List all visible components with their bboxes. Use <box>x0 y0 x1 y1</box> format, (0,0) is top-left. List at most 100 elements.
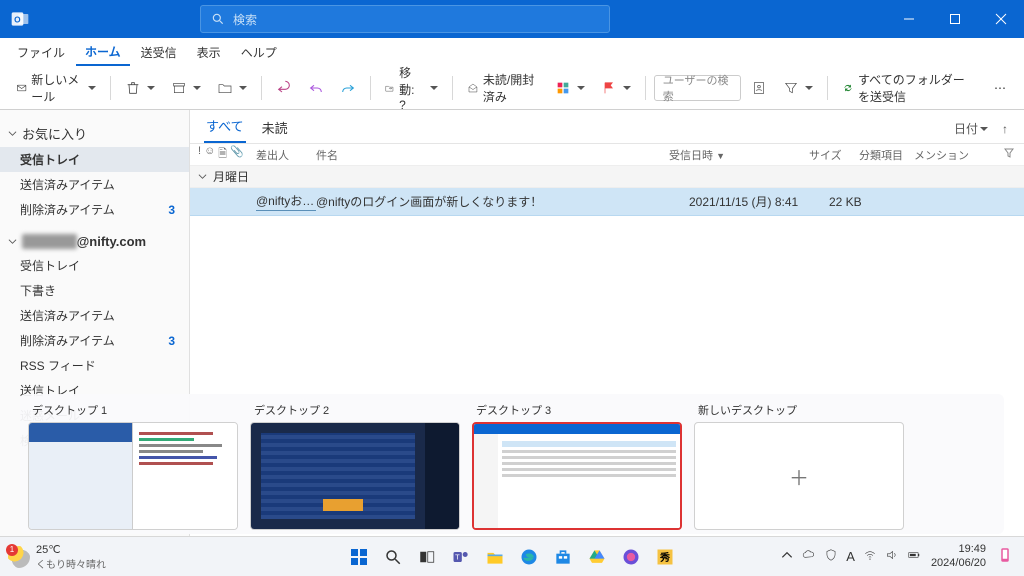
flag-button[interactable] <box>595 73 637 103</box>
column-subject[interactable]: 件名 <box>316 147 669 163</box>
sidebar-item-drafts[interactable]: 下書き <box>0 278 189 303</box>
sidebar-item-sent[interactable]: 送信済みアイテム <box>0 303 189 328</box>
start-button[interactable] <box>346 544 372 570</box>
menu-home[interactable]: ホーム <box>76 39 130 66</box>
desktop-label: デスクトップ 3 <box>472 400 682 422</box>
drive-icon[interactable] <box>584 544 610 570</box>
weather-widget[interactable]: 1 25℃ くもり時々晴れ <box>0 543 114 571</box>
column-size[interactable]: サイズ <box>809 147 859 163</box>
wifi-icon[interactable] <box>863 548 877 565</box>
chevron-down-icon <box>198 170 207 184</box>
clock-date: 2024/06/20 <box>931 557 986 570</box>
svg-text:T: T <box>455 552 460 561</box>
tab-unread[interactable]: 未読 <box>260 112 290 143</box>
menu-file[interactable]: ファイル <box>8 40 74 65</box>
clock[interactable]: 19:49 2024/06/20 <box>931 543 986 569</box>
move-folder-button[interactable] <box>211 73 253 103</box>
hidemaru-icon[interactable]: 秀 <box>652 544 678 570</box>
menu-sendrecv[interactable]: 送受信 <box>132 40 186 65</box>
move-to-button[interactable]: 移動: ? <box>378 73 444 103</box>
column-icons[interactable]: !☺🗎📎 <box>198 145 256 164</box>
ime-indicator[interactable]: A <box>846 549 855 564</box>
maximize-button[interactable] <box>932 0 978 38</box>
column-mention[interactable]: メンション <box>914 147 1004 163</box>
sidebar-item-label: 送信済みアイテム <box>20 307 115 324</box>
chevron-down-icon <box>8 126 18 141</box>
teams-icon[interactable]: T <box>448 544 474 570</box>
weather-description: くもり時々晴れ <box>36 556 106 571</box>
new-mail-button[interactable]: 新しいメール <box>10 73 102 103</box>
flag-icon <box>601 80 617 96</box>
sidebar-item-inbox[interactable]: 受信トレイ <box>0 147 189 172</box>
security-tray-icon[interactable] <box>824 548 838 565</box>
column-date[interactable]: 受信日時 ▼ <box>669 147 809 163</box>
desktop-label: 新しいデスクトップ <box>694 400 904 422</box>
categories-icon <box>555 80 571 96</box>
forward-button[interactable] <box>334 73 362 103</box>
unread-count: 3 <box>168 334 175 348</box>
separator <box>645 76 646 100</box>
desktop-label: デスクトップ 2 <box>250 400 460 422</box>
desktop-2[interactable]: デスクトップ 2 <box>250 400 460 530</box>
archive-icon <box>171 80 187 96</box>
battery-icon[interactable] <box>907 548 921 565</box>
store-icon[interactable] <box>550 544 576 570</box>
windows-taskbar: 1 25℃ くもり時々晴れ T 秀 A 19:49 2024/06/20 <box>0 536 1024 576</box>
search-taskbar-icon[interactable] <box>380 544 406 570</box>
tab-all[interactable]: すべて <box>204 110 246 143</box>
desktop-3[interactable]: デスクトップ 3 <box>472 400 682 530</box>
sidebar-item-deleted[interactable]: 削除済みアイテム3 <box>0 328 189 353</box>
task-view-icon[interactable] <box>414 544 440 570</box>
onedrive-icon[interactable] <box>802 548 816 565</box>
sort-by-date[interactable]: 日付 <box>952 114 990 143</box>
sidebar-item-label: 送信済みアイテム <box>20 176 115 193</box>
filter-icon[interactable] <box>1004 148 1024 161</box>
archive-button[interactable] <box>165 73 207 103</box>
move-icon <box>384 80 395 96</box>
desktop-1[interactable]: デスクトップ 1 <box>28 400 238 530</box>
sidebar-item-sent[interactable]: 送信済みアイテム <box>0 172 189 197</box>
sidebar-item-deleted[interactable]: 削除済みアイテム3 <box>0 197 189 222</box>
close-button[interactable] <box>978 0 1024 38</box>
menu-help[interactable]: ヘルプ <box>232 40 286 65</box>
sendrecv-all-button[interactable]: すべてのフォルダーを送受信 <box>836 73 980 103</box>
address-book-button[interactable] <box>745 73 773 103</box>
account-header[interactable]: xxxxxxx@nifty.com <box>0 230 189 253</box>
read-unread-button[interactable]: 未読/開封済み <box>461 73 545 103</box>
sidebar-item-label: 受信トレイ <box>20 151 80 168</box>
favorites-header[interactable]: お気に入り <box>0 120 189 147</box>
undo-button[interactable] <box>270 73 298 103</box>
copilot-icon[interactable] <box>618 544 644 570</box>
address-book-icon <box>751 80 767 96</box>
message-row[interactable]: @niftyお楽... @niftyのログイン画面が新しくなります！ 2021/… <box>190 188 1024 216</box>
tray-chevron-icon[interactable] <box>780 548 794 565</box>
menu-view[interactable]: 表示 <box>188 40 230 65</box>
sidebar-item-rss[interactable]: RSS フィード <box>0 353 189 378</box>
categorize-button[interactable] <box>549 73 591 103</box>
sidebar-item-inbox[interactable]: 受信トレイ <box>0 253 189 278</box>
group-header[interactable]: 月曜日 <box>190 166 1024 188</box>
read-unread-label: 未読/開封済み <box>483 71 539 105</box>
sidebar-item-label: RSS フィード <box>20 357 96 374</box>
user-search-input[interactable]: ユーザーの検索 <box>654 75 742 101</box>
column-category[interactable]: 分類項目 <box>859 147 914 163</box>
folder-move-icon <box>217 80 233 96</box>
sort-direction-icon[interactable]: ↑ <box>1000 116 1010 142</box>
separator <box>261 76 262 100</box>
reply-button[interactable] <box>302 73 330 103</box>
more-button[interactable]: ⋯ <box>988 73 1014 103</box>
minimize-button[interactable] <box>886 0 932 38</box>
delete-button[interactable] <box>119 73 161 103</box>
row-from: @niftyお楽... <box>256 192 316 211</box>
edge-icon[interactable] <box>516 544 542 570</box>
ribbon-toolbar: 新しいメール 移動: ? 未読/開封済み ユーザーの検索 すべてのフォルダーを送… <box>0 66 1024 110</box>
explorer-icon[interactable] <box>482 544 508 570</box>
group-label: 月曜日 <box>213 168 249 185</box>
column-from[interactable]: 差出人 <box>256 147 316 163</box>
volume-icon[interactable] <box>885 548 899 565</box>
search-box[interactable]: 検索 <box>200 5 610 33</box>
phone-link-icon[interactable] <box>996 546 1014 567</box>
svg-text:秀: 秀 <box>659 551 670 564</box>
new-desktop[interactable]: 新しいデスクトップ ＋ <box>694 400 904 530</box>
filter-button[interactable] <box>777 73 819 103</box>
